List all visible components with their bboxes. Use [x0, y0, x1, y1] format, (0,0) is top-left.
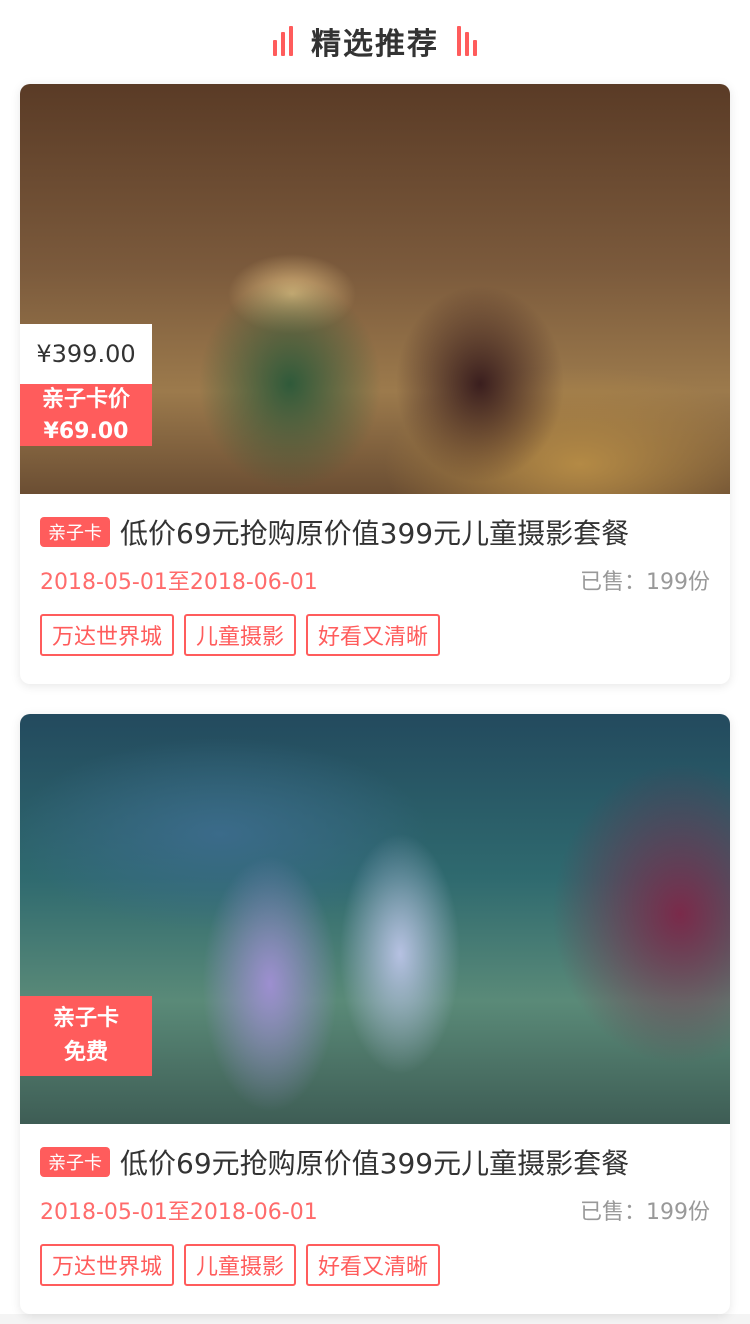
promo-label: 亲子卡	[52, 1006, 119, 1031]
decor-bars-icon	[273, 26, 293, 56]
promo-price-tag: 亲子卡价 ¥69.00	[20, 384, 152, 446]
product-title[interactable]: 低价69元抢购原价值399元儿童摄影套餐	[120, 1142, 629, 1182]
promo-label: 亲子卡价	[41, 387, 130, 412]
original-price: ¥399.00	[20, 324, 152, 384]
tag-item[interactable]: 万达世界城	[40, 614, 175, 656]
tag-list: 万达世界城 儿童摄影 好看又清晰	[40, 1244, 710, 1286]
promo-price: ¥69.00	[43, 419, 129, 444]
promo-price: 免费	[63, 1040, 108, 1065]
card-type-badge: 亲子卡	[40, 517, 110, 547]
sold-count: 已售：199份	[580, 1200, 710, 1225]
page-header: 精选推荐	[0, 0, 750, 82]
tag-item[interactable]: 万达世界城	[40, 1244, 175, 1286]
tag-list: 万达世界城 儿童摄影 好看又清晰	[40, 614, 710, 656]
product-info: 亲子卡 低价69元抢购原价值399元儿童摄影套餐 2018-05-01至2018…	[20, 1124, 730, 1314]
product-list: ¥399.00 亲子卡价 ¥69.00 亲子卡 低价69元抢购原价值399元儿童…	[0, 82, 750, 1314]
sold-count: 已售：199份	[580, 570, 710, 595]
tag-item[interactable]: 好看又清晰	[306, 614, 441, 656]
decor-bars-icon	[457, 26, 477, 56]
validity-date: 2018-05-01至2018-06-01	[40, 1200, 318, 1225]
product-card[interactable]: 亲子卡 免费 亲子卡 低价69元抢购原价值399元儿童摄影套餐 2018-05-…	[20, 714, 730, 1314]
tag-item[interactable]: 儿童摄影	[184, 1244, 297, 1286]
product-info: 亲子卡 低价69元抢购原价值399元儿童摄影套餐 2018-05-01至2018…	[20, 494, 730, 684]
page-title: 精选推荐	[311, 27, 439, 62]
product-photo[interactable]: ¥399.00 亲子卡价 ¥69.00	[20, 84, 730, 494]
product-title[interactable]: 低价69元抢购原价值399元儿童摄影套餐	[120, 512, 629, 552]
product-card[interactable]: ¥399.00 亲子卡价 ¥69.00 亲子卡 低价69元抢购原价值399元儿童…	[20, 84, 730, 684]
validity-date: 2018-05-01至2018-06-01	[40, 570, 318, 595]
promo-price-tag: 亲子卡 免费	[20, 996, 152, 1076]
card-type-badge: 亲子卡	[40, 1147, 110, 1177]
tag-item[interactable]: 好看又清晰	[306, 1244, 441, 1286]
tag-item[interactable]: 儿童摄影	[184, 614, 297, 656]
product-photo[interactable]: 亲子卡 免费	[20, 714, 730, 1124]
